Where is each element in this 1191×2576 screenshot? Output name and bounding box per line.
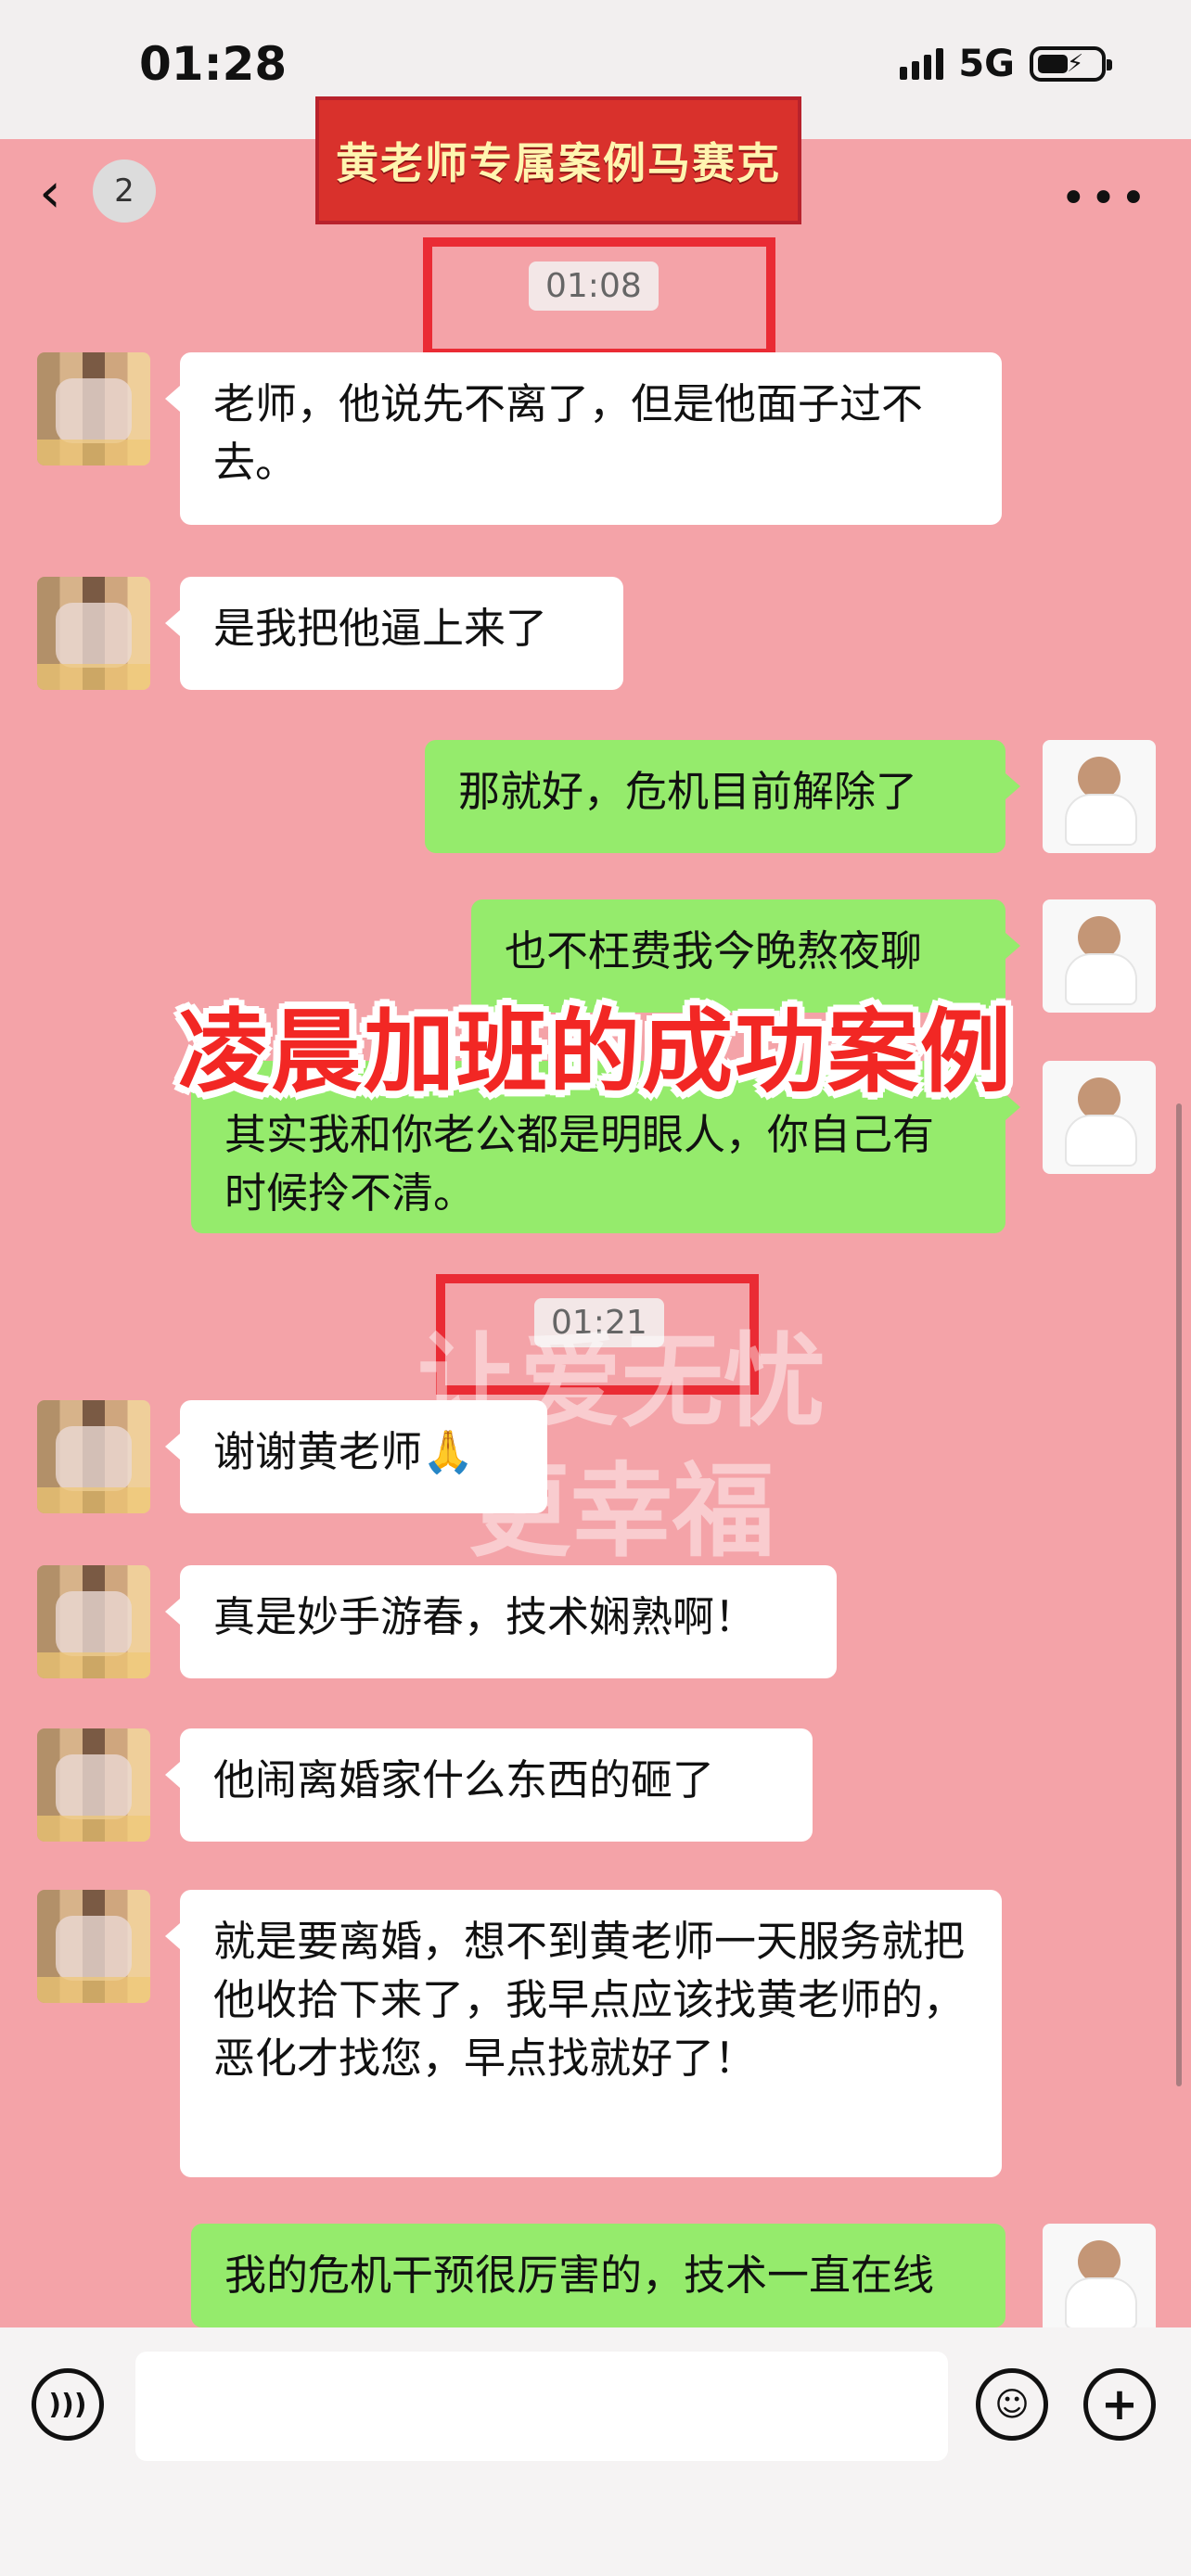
message-bubble[interactable]: 就是要离婚，想不到黄老师一天服务就把他收拾下来了，我早点应该找黄老师的，恶化才找… <box>165 1890 1002 2177</box>
message-bubble[interactable]: 我的危机干预很厉害的，技术一直在线 <box>191 2224 1005 2327</box>
avatar[interactable] <box>37 1890 150 2003</box>
watermark: 让爱无忧 更幸福 <box>343 1317 900 1576</box>
more-icon[interactable]: ••• <box>1060 172 1150 224</box>
avatar[interactable] <box>1043 2224 1156 2337</box>
status-time: 01:28 <box>139 37 288 91</box>
promo-headline: 凌晨加班的成功案例 <box>177 1000 1013 1105</box>
message-input[interactable] <box>135 2352 948 2461</box>
network-label: 5G <box>958 43 1015 85</box>
avatar[interactable] <box>1043 740 1156 853</box>
message-bubble[interactable]: 是我把他逼上来了 <box>165 577 623 690</box>
avatar[interactable] <box>37 577 150 690</box>
signal-icon <box>900 48 944 80</box>
avatar[interactable] <box>37 1728 150 1842</box>
watermark-line-1: 让爱无忧 <box>417 1322 826 1441</box>
status-icons: 5G ⚡ <box>900 43 1112 85</box>
plus-icon[interactable]: + <box>1083 2368 1156 2441</box>
chat-area[interactable]: 01:08 老师，他说先不离了，但是他面子过不去。 是我把他逼上来了 那就好，危… <box>0 237 1191 2337</box>
message-bubble[interactable]: 他闹离婚家什么东西的砸了 <box>165 1728 813 1842</box>
avatar[interactable] <box>37 1565 150 1678</box>
avatar[interactable] <box>37 1400 150 1513</box>
chat-scrollbar[interactable] <box>1176 1103 1182 2086</box>
message-bubble[interactable]: 老师，他说先不离了，但是他面子过不去。 <box>165 352 1002 525</box>
input-bar: ))) ☺ + <box>0 2327 1191 2576</box>
emoji-icon[interactable]: ☺ <box>976 2368 1048 2441</box>
voice-icon[interactable]: ))) <box>32 2368 104 2441</box>
message-bubble[interactable]: 那就好，危机目前解除了 <box>425 740 1020 853</box>
chat-title: 黄老师专属案例马赛克 <box>315 96 801 224</box>
avatar[interactable] <box>37 352 150 465</box>
unread-count-badge[interactable]: 2 <box>93 159 156 223</box>
timestamp: 01:08 <box>529 261 659 311</box>
battery-icon: ⚡ <box>1030 46 1112 82</box>
watermark-line-2: 更幸福 <box>468 1452 775 1571</box>
message-bubble[interactable]: 真是妙手游春，技术娴熟啊！ <box>165 1565 837 1678</box>
